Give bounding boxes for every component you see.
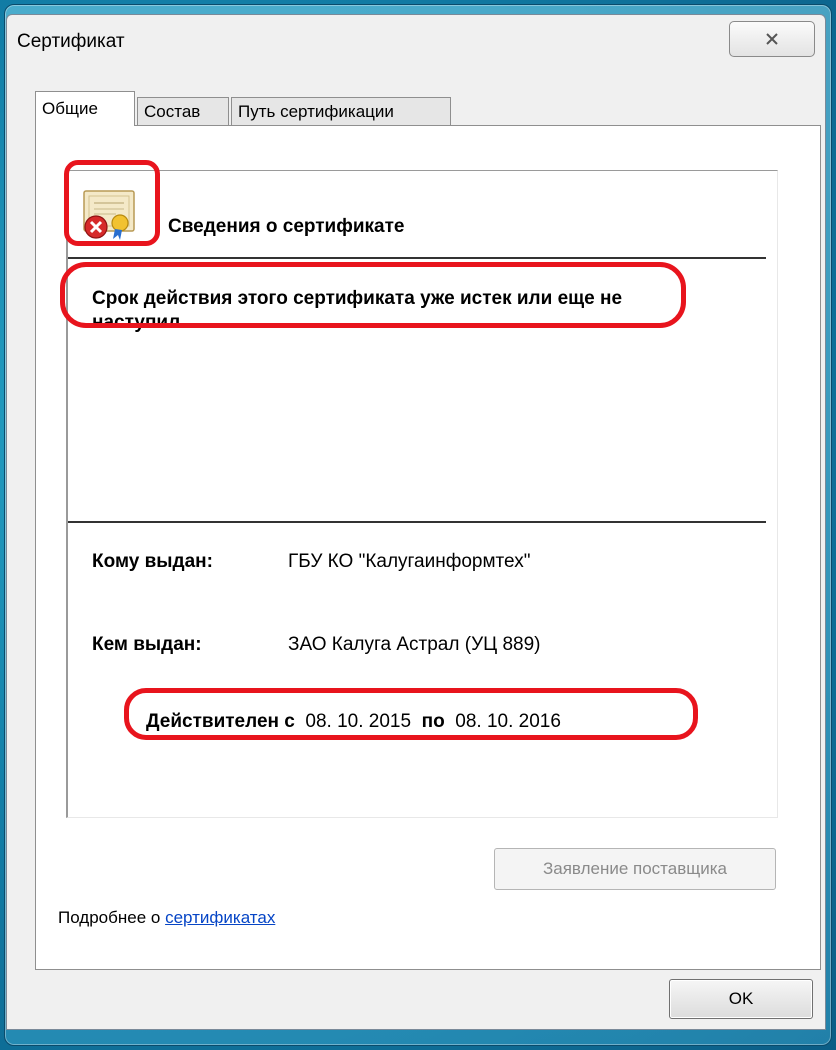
close-icon xyxy=(766,33,778,45)
learn-more-prefix: Подробнее о xyxy=(58,908,166,927)
issuer-statement-button[interactable]: Заявление поставщика xyxy=(494,848,776,890)
title-bar: Сертификат xyxy=(7,15,825,69)
tab-details[interactable]: Состав xyxy=(137,97,229,125)
learn-more-text: Подробнее о сертификатах xyxy=(58,908,275,928)
heading-divider xyxy=(68,257,766,259)
highlight-validity xyxy=(124,688,698,740)
issued-by-label: Кем выдан: xyxy=(92,634,202,655)
tab-panel-general: Сведения о сертификате Срок действия это… xyxy=(35,125,821,970)
certificate-info-heading: Сведения о сертификате xyxy=(168,216,405,237)
ok-button[interactable]: OK xyxy=(669,979,813,1019)
window-title: Сертификат xyxy=(17,31,125,52)
issued-to-value: ГБУ КО "Калугаинформтех" xyxy=(288,551,531,572)
tab-general[interactable]: Общие xyxy=(35,91,135,126)
tab-certification-path[interactable]: Путь сертификации xyxy=(231,97,451,125)
highlight-warning xyxy=(60,262,686,328)
details-divider xyxy=(68,521,766,523)
close-button[interactable] xyxy=(729,21,815,57)
issued-to-label: Кому выдан: xyxy=(92,551,213,572)
highlight-cert-icon xyxy=(64,160,160,246)
issued-by-value: ЗАО Калуга Астрал (УЦ 889) xyxy=(288,634,541,655)
learn-more-link[interactable]: сертификатах xyxy=(165,908,275,927)
